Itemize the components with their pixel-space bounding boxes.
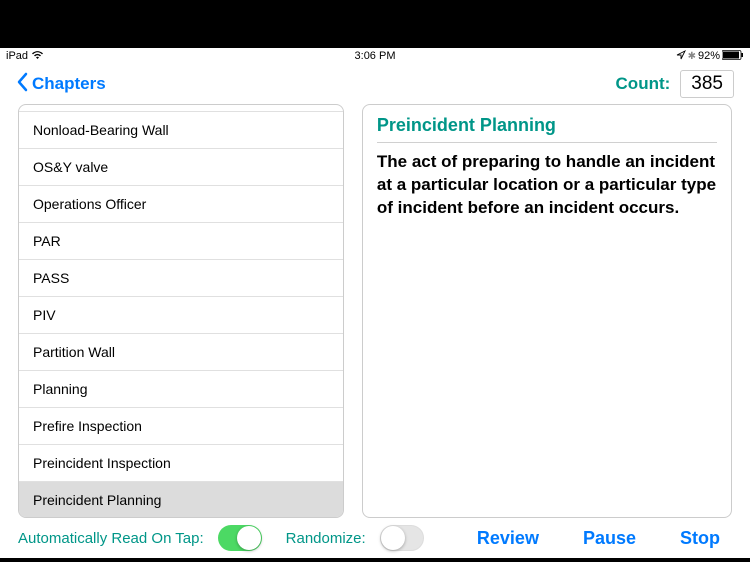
battery-icon [722,50,744,63]
chevron-left-icon [16,72,28,96]
list-item[interactable]: OS&Y valve [19,149,343,186]
back-label: Chapters [32,74,106,94]
list-item[interactable]: Planning [19,371,343,408]
count-value: 385 [680,70,734,98]
list-item[interactable]: PASS [19,260,343,297]
list-item[interactable]: Preincident Inspection [19,445,343,482]
list-item[interactable]: PIV [19,297,343,334]
bluetooth-icon: ✱ [688,51,696,62]
list-item[interactable]: PAR [19,223,343,260]
list-panel: Nonload-Bearing WallOS&Y valveOperations… [18,104,344,518]
auto-read-toggle[interactable] [218,525,262,551]
list-item[interactable]: Prefire Inspection [19,408,343,445]
list-item[interactable]: Preincident Planning [19,482,343,517]
list-item[interactable]: Nonload-Bearing Wall [19,111,343,149]
letterbox-bottom [0,558,750,562]
letterbox-top [0,0,750,48]
detail-title: Preincident Planning [377,115,717,143]
stop-button[interactable]: Stop [668,528,732,549]
nav-bar: Chapters Count: 385 [0,64,750,104]
pause-button[interactable]: Pause [571,528,648,549]
list-item[interactable]: Partition Wall [19,334,343,371]
count-label: Count: [616,74,671,94]
back-button[interactable]: Chapters [16,72,106,96]
review-button[interactable]: Review [465,528,551,549]
wifi-icon [31,50,44,63]
term-list[interactable]: Nonload-Bearing WallOS&Y valveOperations… [19,109,343,517]
auto-read-label: Automatically Read On Tap: [18,530,204,547]
randomize-toggle[interactable] [380,525,424,551]
main-content: Nonload-Bearing WallOS&Y valveOperations… [0,104,750,518]
location-icon [676,50,686,63]
list-item[interactable]: Operations Officer [19,186,343,223]
battery-pct: 92% [698,50,720,62]
detail-panel: Preincident Planning The act of preparin… [362,104,732,518]
device-label: iPad [6,50,28,62]
bottom-bar: Automatically Read On Tap: Randomize: Re… [0,518,750,558]
status-time: 3:06 PM [355,50,396,62]
randomize-label: Randomize: [286,530,366,547]
status-bar: iPad 3:06 PM ✱ 92% [0,48,750,64]
detail-body: The act of preparing to handle an incide… [377,151,717,220]
